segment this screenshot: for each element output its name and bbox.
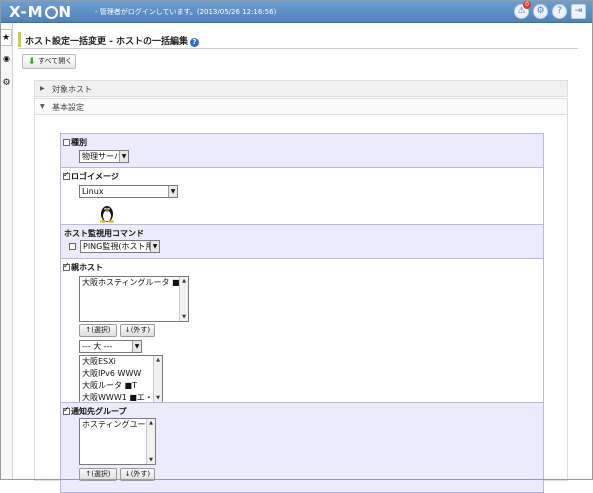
parent-host-checkbox[interactable] (63, 261, 70, 271)
parent-host-filter-select[interactable]: --- 大 --- ▼ (79, 340, 142, 353)
form-row-logo-image: ロゴイメージ Linux ▼ (61, 167, 543, 224)
page-title-text: ホスト設定一括変更 - ホストの一括編集 (25, 37, 189, 47)
form-row-type: 種別 物理サーバ ▼ (61, 134, 543, 167)
notify-group-label: 通知先グループ (63, 405, 127, 417)
scroll-up-icon[interactable]: ▲ (180, 277, 188, 285)
logo-image-select[interactable]: Linux ▼ (79, 185, 178, 198)
chevron-down-icon: ▼ (150, 241, 159, 252)
host-monitor-command-select[interactable]: PING監視(ホスト用) ▼ (80, 240, 160, 253)
scrollbar[interactable]: ▲ ▼ (179, 277, 188, 321)
parent-host-label: 親ホスト (63, 261, 103, 273)
logo-image-checkbox[interactable] (63, 170, 70, 180)
parent-host-remove-button[interactable]: ↓(外す) (120, 324, 155, 337)
notify-group-checkbox[interactable] (63, 405, 70, 415)
list-item[interactable]: 大阪ルータ ■T (80, 380, 162, 392)
page-title-bar: ホスト設定一括変更 - ホストの一括編集? (18, 31, 578, 49)
scroll-down-icon[interactable]: ▼ (180, 313, 188, 321)
notify-group-label-text: 通知先グループ (71, 407, 127, 416)
parent-host-selected-list[interactable]: 大阪ホスティングルータ ■構 ▲ ▼ (79, 276, 189, 322)
chevron-down-icon: ▼ (119, 151, 128, 162)
arrow-down-icon: ⬇ (28, 57, 36, 67)
scroll-down-icon[interactable]: ▼ (147, 456, 155, 464)
list-item[interactable]: 大阪ホスティングルータ ■構 (80, 277, 188, 289)
form-row-notify-group: 通知先グループ ホスティングユーザ ▲▼ ↑(選択) ↓(外す) (61, 402, 543, 492)
parent-host-filter-value: --- 大 --- (82, 342, 113, 351)
eye-icon[interactable]: ◉ (1, 50, 12, 67)
app-logo[interactable]: X-M N (9, 3, 72, 21)
type-select-value: 物理サーバ (82, 152, 122, 161)
scroll-up-icon[interactable]: ▲ (147, 419, 155, 427)
type-label: 種別 (63, 137, 87, 148)
side-tab-strip: ★ ◉ ⚙ (1, 23, 13, 479)
settings-icon[interactable]: ⚙ (533, 4, 548, 19)
notification-icon[interactable]: ⚠ 0 (514, 1, 531, 19)
linux-penguin-icon (100, 206, 114, 223)
gear-icon[interactable]: ⚙ (1, 75, 12, 92)
logo-ring (44, 6, 58, 19)
parent-host-label-text: 親ホスト (71, 263, 103, 272)
host-monitor-command-label: ホスト監視用コマンド (64, 229, 144, 238)
list-item[interactable]: 大阪ESXi (80, 356, 162, 368)
form-row-host-monitor-command: ホスト監視用コマンド PING監視(ホスト用) ▼ (61, 224, 543, 258)
form-row-parent-host: 親ホスト 大阪ホスティングルータ ■構 ▲▼ ↑(選択) ↓(外す) --- 大… (61, 258, 543, 403)
logo-image-label: ロゴイメージ (63, 170, 119, 182)
bulk-edit-form: 種別 物理サーバ▼ ロゴイメージ Linux▼ ホスト監視用コマンド PING監… (60, 133, 544, 493)
expand-all-button[interactable]: ⬇ すべて開く (22, 54, 76, 69)
type-checkbox[interactable] (63, 139, 70, 146)
title-accent (18, 32, 21, 47)
scroll-down-icon[interactable]: ▼ (154, 394, 162, 402)
section-basic-settings-label: 基本設定 (52, 103, 84, 112)
help-icon[interactable]: ? (552, 4, 567, 19)
host-monitor-command-checkbox[interactable] (69, 243, 76, 250)
logo-image-label-text: ロゴイメージ (71, 172, 119, 181)
type-label-text: 種別 (71, 138, 87, 147)
list-item[interactable]: 大阪IPv6 WWW (80, 368, 162, 380)
app-header: X-M N - 管理者がログインしています。(2013/05/26 12:16:5… (1, 1, 592, 23)
notify-group-selected-list[interactable]: ホスティングユーザ ▲ ▼ (79, 418, 156, 465)
chevron-down-icon: ▼ (132, 341, 141, 352)
chevron-down-icon: ▼ (168, 186, 177, 197)
section-target-hosts[interactable]: ▶ 対象ホスト (34, 80, 568, 97)
logout-icon[interactable]: ⇥ (571, 4, 586, 19)
logo-image-select-value: Linux (82, 187, 104, 196)
section-target-hosts-label: 対象ホスト (52, 85, 92, 94)
scrollbar[interactable]: ▲ ▼ (146, 419, 155, 464)
notify-group-remove-button[interactable]: ↓(外す) (120, 468, 155, 481)
type-select[interactable]: 物理サーバ ▼ (79, 150, 129, 163)
star-icon[interactable]: ★ (1, 29, 12, 46)
scrollbar[interactable]: ▲ ▼ (153, 356, 162, 402)
expand-all-label: すべて開く (38, 57, 73, 65)
list-item[interactable]: ホスティングユーザ (80, 419, 155, 431)
login-status: - 管理者がログインしています。(2013/05/26 12:16:56) (95, 8, 277, 16)
notification-badge: 0 (523, 1, 531, 9)
section-basic-settings[interactable]: ▼ 基本設定 (34, 98, 568, 115)
scroll-up-icon[interactable]: ▲ (154, 356, 162, 364)
header-icons: ⚠ 0 ⚙ ? ⇥ (514, 1, 586, 19)
chevron-right-icon: ▶ (40, 85, 45, 92)
parent-host-available-list[interactable]: 大阪ESXi 大阪IPv6 WWW 大阪ルータ ■T 大阪WWW1 ■エ・例 ▲… (79, 355, 163, 403)
parent-host-select-button[interactable]: ↑(選択) (79, 324, 117, 337)
help-icon[interactable]: ? (190, 38, 200, 47)
chevron-down-icon: ▼ (40, 103, 45, 110)
notify-group-select-button[interactable]: ↑(選択) (79, 468, 117, 481)
page-title: ホスト設定一括変更 - ホストの一括編集? (25, 34, 200, 47)
host-monitor-command-select-value: PING監視(ホスト用) (83, 242, 157, 251)
